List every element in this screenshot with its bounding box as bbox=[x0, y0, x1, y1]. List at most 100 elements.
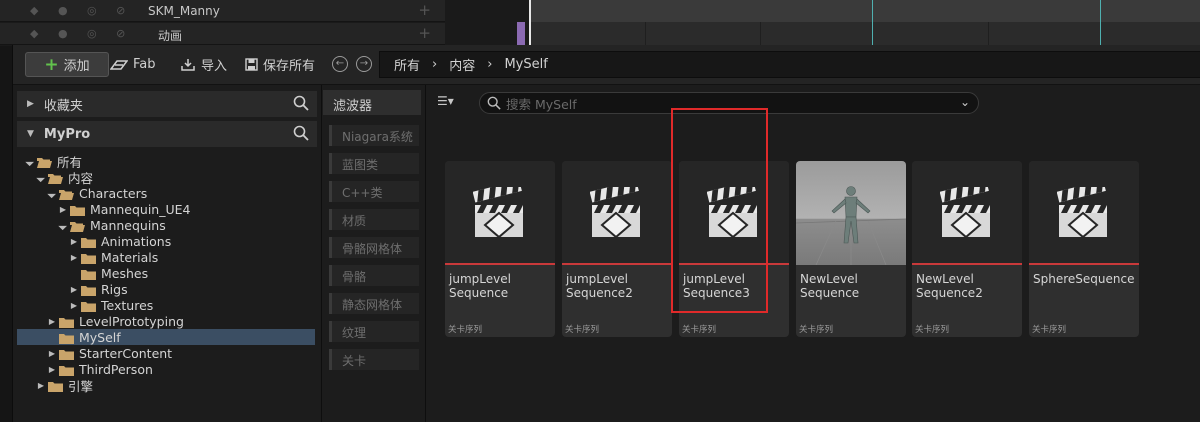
asset-name: SphereSequence bbox=[1033, 272, 1135, 286]
folder-icon bbox=[48, 380, 63, 392]
breadcrumb-item-content[interactable]: 内容 bbox=[449, 55, 475, 74]
tree-item-label: Characters bbox=[79, 185, 148, 201]
collapsed-arrow-icon[interactable]: ▶ bbox=[58, 205, 68, 214]
tree-item-label: StarterContent bbox=[79, 345, 173, 361]
filter-item[interactable]: 蓝图类 bbox=[329, 153, 419, 174]
asset-tile[interactable]: SphereSequence 关卡序列 bbox=[1029, 161, 1139, 337]
add-button[interactable]: + 添加 bbox=[25, 52, 109, 77]
add-track-icon[interactable]: + bbox=[418, 24, 431, 42]
search-icon[interactable] bbox=[293, 125, 309, 141]
collapsed-arrow-icon[interactable]: ▶ bbox=[47, 349, 57, 358]
tree-item[interactable]: ▶ Mannequin_UE4 bbox=[17, 201, 315, 217]
chevron-right-icon[interactable]: › bbox=[432, 57, 437, 72]
clapper-icon bbox=[912, 161, 1022, 265]
folder-icon bbox=[70, 204, 85, 216]
folder-icon bbox=[59, 364, 74, 376]
tree-item-label: ThirdPerson bbox=[79, 361, 153, 377]
add-track-icon[interactable]: + bbox=[418, 1, 431, 19]
collapsed-arrow-icon[interactable]: ▶ bbox=[47, 317, 57, 326]
filter-item[interactable]: 静态网格体 bbox=[329, 293, 419, 314]
tree-item[interactable]: ◢ Mannequins bbox=[17, 217, 315, 233]
collapsed-arrow-icon[interactable]: ▶ bbox=[47, 365, 57, 374]
expand-right-icon[interactable]: ▶ bbox=[27, 99, 34, 109]
filter-item[interactable]: C++类 bbox=[329, 181, 419, 202]
tree-item[interactable]: ▶ ThirdPerson bbox=[17, 361, 315, 377]
tree-item[interactable]: MySelf bbox=[17, 329, 315, 345]
asset-name: jumpLevel Sequence3 bbox=[683, 272, 750, 300]
favorites-label: 收藏夹 bbox=[43, 98, 83, 114]
import-button-label: 导入 bbox=[201, 59, 228, 74]
collapsed-arrow-icon[interactable]: ▶ bbox=[69, 237, 79, 246]
breadcrumb-item-all[interactable]: 所有 bbox=[394, 55, 420, 74]
tree-item[interactable]: ▶ Textures bbox=[17, 297, 315, 313]
expanded-arrow-icon[interactable]: ◢ bbox=[56, 218, 69, 231]
import-button[interactable]: 导入 bbox=[180, 52, 227, 77]
asset-tile[interactable]: jumpLevel Sequence2 关卡序列 bbox=[562, 161, 672, 337]
filters-title: 滤波器 bbox=[323, 90, 421, 115]
folder-open-icon bbox=[70, 220, 85, 232]
tree-item[interactable]: ▶ StarterContent bbox=[17, 345, 315, 361]
fab-button[interactable]: Fab bbox=[110, 52, 156, 77]
asset-name: NewLevel Sequence bbox=[800, 272, 860, 300]
chevron-down-icon[interactable]: ⌄ bbox=[960, 95, 970, 109]
tree-item-label: Animations bbox=[101, 233, 172, 249]
filter-item[interactable]: 关卡 bbox=[329, 349, 419, 370]
clapper-icon bbox=[679, 161, 789, 265]
tree-item[interactable]: ◢ 内容 bbox=[17, 169, 315, 186]
filter-item[interactable]: 材质 bbox=[329, 209, 419, 230]
timeline-area[interactable] bbox=[530, 0, 1200, 46]
expand-down-icon[interactable]: ▼ bbox=[27, 129, 34, 139]
sources-panel: ▶ 收藏夹 ▼ MyPro ◢ 所有 ◢ 内容 ◢ Characters ▶ Mannequi… bbox=[13, 85, 322, 422]
project-header[interactable]: ▼ MyPro bbox=[17, 121, 317, 147]
save-icon bbox=[245, 58, 258, 71]
tree-item[interactable]: ▶ LevelPrototyping bbox=[17, 313, 315, 329]
filter-item[interactable]: 骨骼网格体 bbox=[329, 237, 419, 258]
asset-type: 关卡序列 bbox=[682, 325, 717, 335]
tree-item-label: Mannequins bbox=[90, 217, 166, 233]
back-icon[interactable]: ← bbox=[332, 56, 348, 72]
chevron-right-icon[interactable]: › bbox=[487, 57, 492, 72]
filter-item[interactable]: Niagara系统 bbox=[329, 125, 419, 146]
collapsed-arrow-icon[interactable]: ▶ bbox=[69, 301, 79, 310]
tree-item-label: LevelPrototyping bbox=[79, 313, 184, 329]
filter-item[interactable]: 骨骼 bbox=[329, 265, 419, 286]
favorites-header[interactable]: ▶ 收藏夹 bbox=[17, 91, 317, 117]
asset-tile[interactable]: jumpLevel Sequence3 关卡序列 bbox=[679, 161, 789, 337]
asset-tile[interactable]: jumpLevel Sequence 关卡序列 bbox=[445, 161, 555, 337]
collapsed-arrow-icon[interactable]: ▶ bbox=[69, 253, 79, 262]
tree-item[interactable]: ▶ Materials bbox=[17, 249, 315, 265]
tree-item[interactable]: ◢ 所有 bbox=[17, 153, 315, 170]
collapsed-arrow-icon[interactable]: ▶ bbox=[36, 381, 46, 390]
filter-icon[interactable]: ☰▾ bbox=[437, 94, 454, 108]
expanded-arrow-icon[interactable]: ◢ bbox=[45, 186, 58, 199]
tree-item[interactable]: ◢ Characters bbox=[17, 185, 315, 201]
tree-item[interactable]: ▶ Rigs bbox=[17, 281, 315, 297]
tree-item[interactable]: ▶ 引擎 bbox=[17, 377, 315, 394]
forward-icon[interactable]: → bbox=[356, 56, 372, 72]
asset-tile[interactable]: NewLevel Sequence 关卡序列 bbox=[796, 161, 906, 337]
track-row-animation[interactable]: ◆ ● ◎ ⊘ 动画 + bbox=[0, 23, 445, 45]
playhead[interactable] bbox=[529, 0, 531, 46]
track-row-skm-manny[interactable]: ◆ ● ◎ ⊘ SKM_Manny + bbox=[0, 0, 445, 22]
expanded-arrow-icon[interactable]: ◢ bbox=[34, 170, 47, 183]
tree-item-label: 引擎 bbox=[68, 378, 94, 394]
tree-item[interactable]: ▶ Animations bbox=[17, 233, 315, 249]
track-controls-icons: ◆ ● ◎ ⊘ bbox=[30, 27, 134, 40]
expanded-arrow-icon[interactable]: ◢ bbox=[23, 154, 36, 167]
folder-icon bbox=[81, 268, 96, 280]
save-all-button[interactable]: 保存所有 bbox=[245, 52, 315, 77]
tree-item-label: Materials bbox=[101, 249, 159, 265]
tree-item[interactable]: Meshes bbox=[17, 265, 315, 281]
folder-open-icon bbox=[37, 156, 52, 168]
project-label: MyPro bbox=[43, 126, 91, 142]
timeline-grid-line bbox=[988, 22, 989, 46]
asset-type: 关卡序列 bbox=[448, 325, 483, 335]
search-input[interactable]: 搜索 MySelf ⌄ bbox=[479, 92, 979, 114]
search-icon[interactable] bbox=[293, 95, 309, 111]
collapsed-arrow-icon[interactable]: ▶ bbox=[69, 285, 79, 294]
breadcrumb-item-myself[interactable]: MySelf bbox=[504, 57, 547, 72]
filter-item[interactable]: 纹理 bbox=[329, 321, 419, 342]
asset-tile[interactable]: NewLevel Sequence2 关卡序列 bbox=[912, 161, 1022, 337]
track-color-strip bbox=[517, 22, 525, 46]
asset-name: jumpLevel Sequence2 bbox=[566, 272, 633, 300]
